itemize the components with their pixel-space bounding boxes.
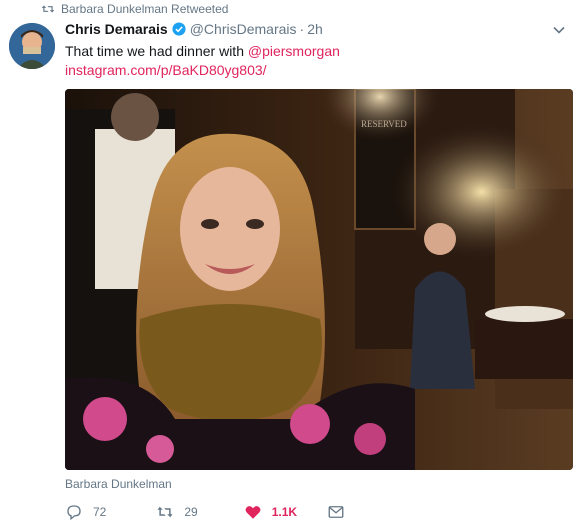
retweet-button[interactable]: 29 [156, 503, 198, 521]
retweet-banner-text[interactable]: Barbara Dunkelman Retweeted [61, 2, 228, 16]
tagged-user[interactable]: Barbara Dunkelman [65, 477, 172, 491]
retweet-icon [41, 5, 55, 13]
retweet-count: 29 [184, 505, 198, 519]
verified-badge-icon [172, 22, 186, 36]
reply-icon [67, 505, 81, 521]
separator-dot: · [299, 21, 305, 37]
reply-count: 72 [93, 505, 107, 519]
display-name[interactable]: Chris Demarais [65, 21, 168, 37]
mention-link[interactable]: @piersmorgan [248, 43, 340, 59]
tweet-text: That time we had dinner with @piersmorga… [65, 41, 555, 61]
direct-message-button[interactable] [327, 503, 345, 521]
tweet-header: Chris Demarais @ChrisDemarais · 2h [65, 21, 566, 37]
like-button[interactable]: 1.1K [244, 503, 297, 521]
retweet-icon [157, 506, 173, 518]
avatar[interactable] [9, 23, 55, 69]
handle[interactable]: @ChrisDemarais [190, 21, 297, 37]
retweet-banner: Barbara Dunkelman Retweeted [41, 2, 228, 16]
tweet-link[interactable]: instagram.com/p/BaKD80yg803/ [65, 62, 267, 78]
action-bar: 72 29 1.1K [65, 503, 345, 521]
reply-button[interactable]: 72 [65, 503, 106, 521]
chevron-down-icon[interactable] [552, 23, 566, 37]
tweet-text-body: That time we had dinner with [65, 43, 248, 59]
like-count: 1.1K [271, 505, 298, 519]
timestamp[interactable]: 2h [307, 21, 323, 37]
envelope-icon [328, 506, 344, 518]
heart-icon [245, 506, 261, 519]
tweet-photo[interactable]: RESERVED [65, 89, 573, 470]
